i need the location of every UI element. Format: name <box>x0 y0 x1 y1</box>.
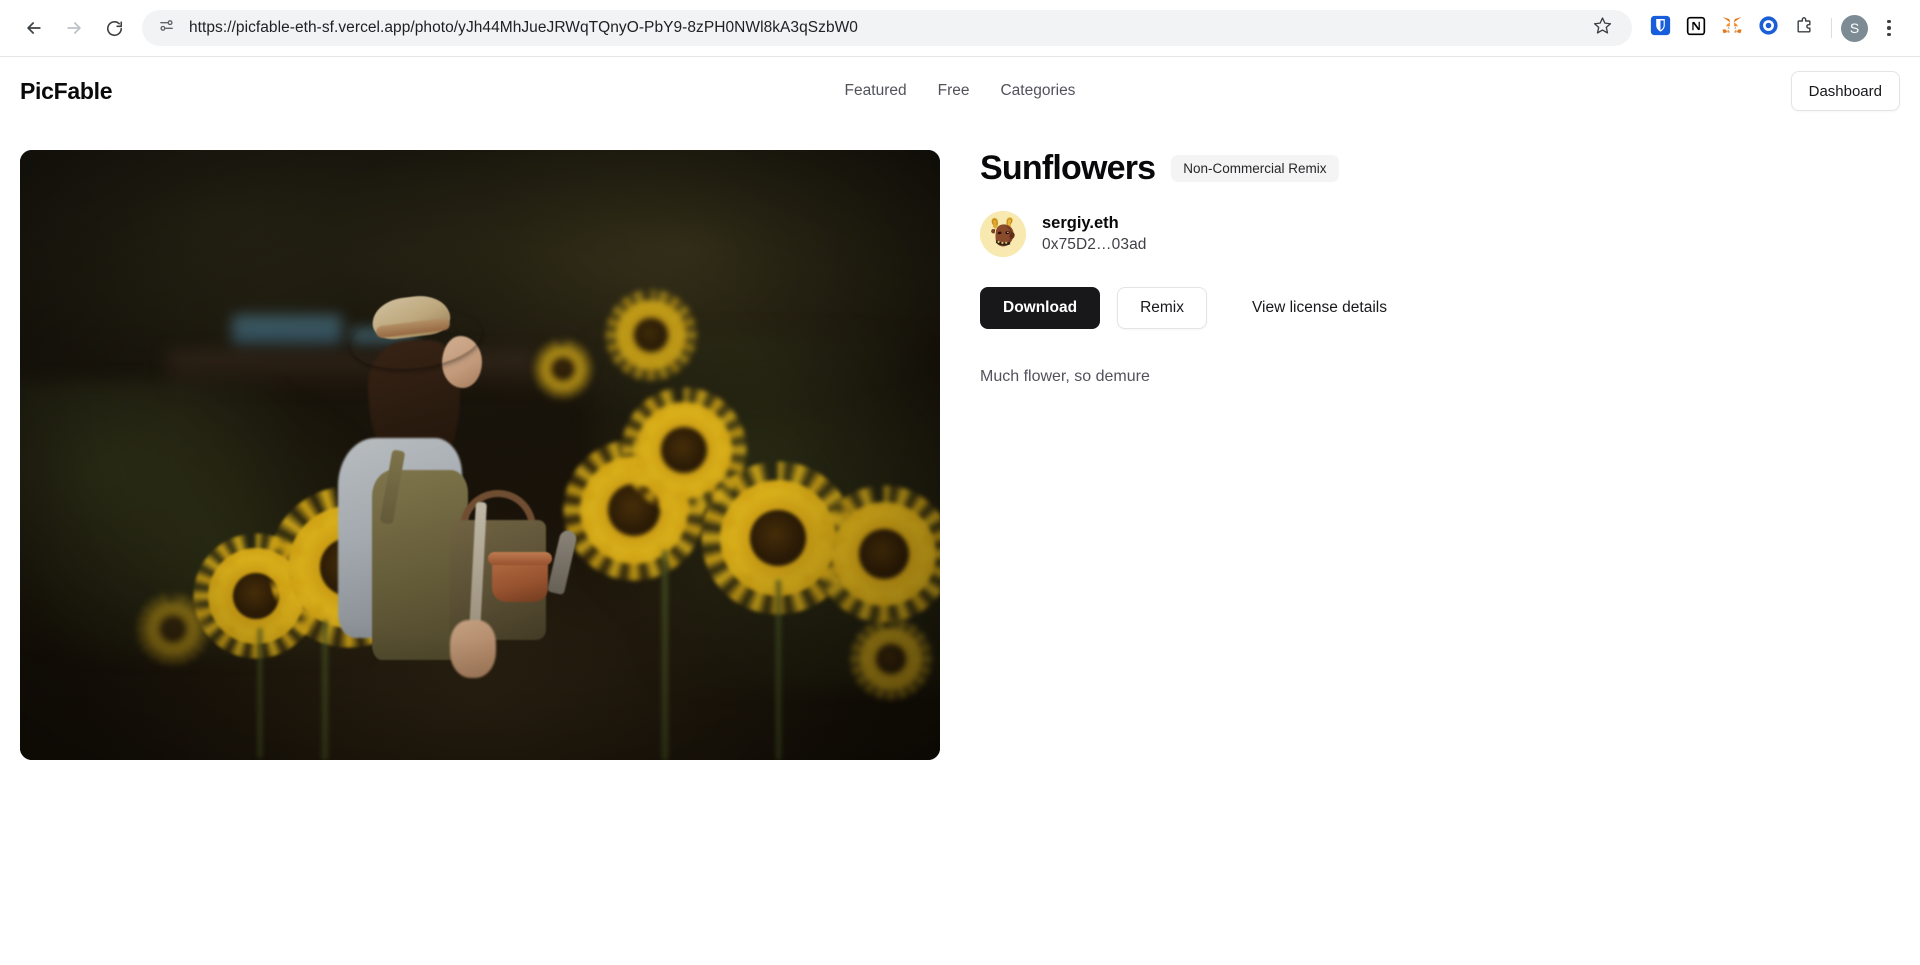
license-badge: Non-Commercial Remix <box>1171 155 1339 183</box>
main-navigation: Featured Free Categories <box>845 82 1076 100</box>
site-header: PicFable Featured Free Categories Dashbo… <box>0 57 1920 125</box>
back-arrow-icon <box>24 18 44 38</box>
opera-wallet-extension-button[interactable] <box>1750 10 1786 46</box>
view-license-details-link[interactable]: View license details <box>1252 299 1387 317</box>
main-content: Sunflowers Non-Commercial Remix sergiy.e… <box>0 125 1920 760</box>
address-bar[interactable]: https://picfable-eth-sf.vercel.app/photo… <box>142 10 1632 46</box>
nav-link-featured[interactable]: Featured <box>845 82 907 100</box>
kebab-menu-icon <box>1887 19 1891 24</box>
bitwarden-extension-icon <box>1650 15 1671 41</box>
remix-button[interactable]: Remix <box>1117 287 1207 330</box>
opera-wallet-extension-icon <box>1758 15 1779 41</box>
avatar <box>980 211 1026 258</box>
download-button[interactable]: Download <box>980 287 1101 330</box>
sunflower-bloom <box>146 602 200 656</box>
author-address: 0x75D2…03ad <box>1042 236 1147 254</box>
author-row[interactable]: sergiy.eth 0x75D2…03ad <box>980 211 1147 258</box>
bitwarden-extension-button[interactable] <box>1642 10 1678 46</box>
sunflower-bloom <box>832 502 936 606</box>
sunflower-bloom <box>636 402 732 498</box>
goat-avatar-icon <box>980 211 1026 258</box>
bookmark-button[interactable] <box>1586 12 1618 44</box>
sunflower-stem <box>320 620 330 760</box>
back-button[interactable] <box>14 8 54 48</box>
terracotta-pot-rim <box>488 552 552 565</box>
star-icon <box>1593 16 1612 40</box>
brand-logo[interactable]: PicFable <box>20 78 113 105</box>
sunflower-bloom <box>860 628 922 690</box>
sunflower-bloom <box>616 300 686 370</box>
author-name: sergiy.eth <box>1042 213 1119 232</box>
chrome-menu-button[interactable] <box>1872 11 1906 45</box>
sunflower-stem <box>256 628 264 758</box>
photo-viewer[interactable] <box>20 150 940 760</box>
extensions-tray: S <box>1642 10 1906 46</box>
photo-details-panel: Sunflowers Non-Commercial Remix sergiy.e… <box>980 149 1900 389</box>
reload-button[interactable] <box>94 8 134 48</box>
sunflower-bloom <box>540 346 586 392</box>
reload-icon <box>105 19 124 38</box>
nav-link-free[interactable]: Free <box>938 82 970 100</box>
dashboard-button[interactable]: Dashboard <box>1790 71 1900 111</box>
photo-description: Much flower, so demure <box>980 368 1150 386</box>
nav-link-categories[interactable]: Categories <box>1000 82 1075 100</box>
kebab-dot <box>1887 32 1891 37</box>
kebab-dot <box>1887 26 1891 30</box>
url-text: https://picfable-eth-sf.vercel.app/photo… <box>189 19 858 36</box>
author-meta: sergiy.eth 0x75D2…03ad <box>1042 214 1147 255</box>
forward-arrow-icon <box>64 18 84 38</box>
page-title: Sunflowers <box>980 149 1156 187</box>
extensions-button[interactable] <box>1786 10 1822 46</box>
metamask-extension-button[interactable] <box>1714 10 1750 46</box>
toolbar-divider <box>1831 18 1832 38</box>
figure-arm <box>450 620 496 678</box>
forward-button[interactable] <box>54 8 94 48</box>
sunflower-stem <box>774 580 783 760</box>
profile-avatar[interactable]: S <box>1841 14 1868 42</box>
sunflower-stem <box>660 550 670 760</box>
notion-extension-icon <box>1686 16 1706 41</box>
browser-toolbar: https://picfable-eth-sf.vercel.app/photo… <box>0 0 1920 57</box>
site-settings-icon[interactable] <box>158 17 175 39</box>
notion-extension-button[interactable] <box>1678 10 1714 46</box>
metamask-extension-icon <box>1721 15 1743 41</box>
title-row: Sunflowers Non-Commercial Remix <box>980 149 1900 187</box>
extensions-puzzle-icon <box>1794 16 1814 41</box>
action-row: Download Remix View license details <box>980 287 1900 330</box>
photo-sky-patch <box>231 314 342 346</box>
